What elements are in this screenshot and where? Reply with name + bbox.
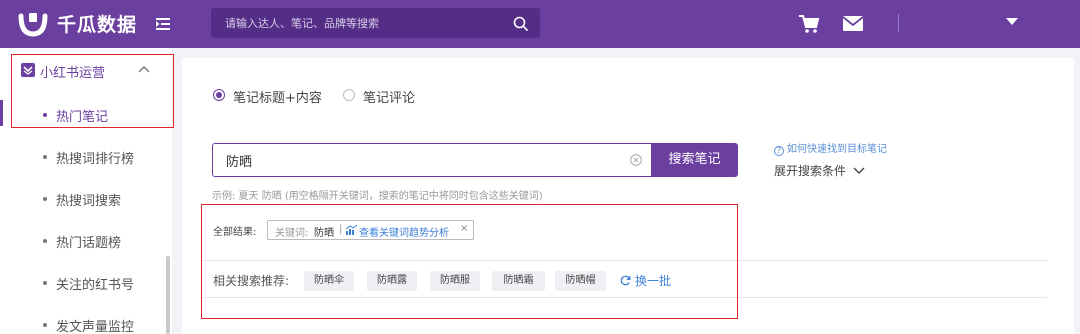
bullet-dot <box>43 113 47 117</box>
related-searches-label: 相关搜索推荐: <box>213 274 290 288</box>
radio-label: 笔记标题+内容 <box>233 91 322 106</box>
sidebar-scrollbar[interactable] <box>166 256 170 334</box>
bullet-dot <box>43 197 47 201</box>
keyword-trend-link[interactable]: 查看关键词趋势分析 <box>359 224 449 239</box>
caret-down-icon[interactable] <box>1006 18 1018 26</box>
sidebar-item-hot-notes[interactable]: 热门笔记 <box>0 100 172 130</box>
search-notes-button[interactable]: 搜索笔记 <box>651 143 738 177</box>
divider <box>204 260 1047 261</box>
bullet-dot <box>43 155 47 159</box>
clear-input-icon[interactable] <box>630 154 642 166</box>
question-icon: ? <box>774 146 784 156</box>
remove-keyword-button[interactable]: × <box>460 223 468 234</box>
cart-icon[interactable] <box>798 14 820 34</box>
sidebar-item-post-volume-monitor[interactable]: 发文声量监控 <box>0 310 172 334</box>
global-search <box>211 8 540 38</box>
all-results-label: 全部结果: <box>213 227 257 238</box>
expand-filters-label: 展开搜索条件 <box>774 164 847 178</box>
sidebar-item-label: 热搜词搜索 <box>56 194 122 209</box>
bullet-dot <box>43 323 47 327</box>
keyword-tag-separator: | <box>339 224 343 235</box>
chevron-down-icon <box>853 167 865 174</box>
sidebar-item-label: 热门话题榜 <box>56 236 122 251</box>
qiangua-logo-icon[interactable] <box>18 10 48 38</box>
radio-circle <box>343 89 355 101</box>
keyword-tag-prefix: 关键词: <box>275 228 309 239</box>
sidebar-item-label: 热门笔记 <box>56 110 109 125</box>
help-link-text: 如何快速找到目标笔记 <box>787 144 887 155</box>
sidebar: 小红书运营 热门笔记 热搜词排行榜 热搜词搜索 热门话题榜 关注的红书号 发文声… <box>0 48 172 334</box>
top-header: 千瓜数据 <box>0 0 1080 48</box>
sidebar-item-followed-accounts[interactable]: 关注的红书号 <box>0 268 172 298</box>
expand-filters-toggle[interactable]: 展开搜索条件 <box>774 162 865 179</box>
sidebar-item-hot-search-rank[interactable]: 热搜词排行榜 <box>0 142 172 172</box>
keyword-tag: 关键词: 防晒 | 查看关键词趋势分析 × <box>267 220 474 240</box>
radio-label: 笔记评论 <box>363 91 416 106</box>
refresh-label: 换一批 <box>635 274 672 288</box>
search-icon <box>513 16 528 31</box>
related-chip[interactable]: 防晒露 <box>367 271 417 291</box>
menu-collapse-icon[interactable] <box>156 16 172 32</box>
brand-name[interactable]: 千瓜数据 <box>57 10 137 37</box>
sidebar-item-label: 热搜词排行榜 <box>56 152 135 167</box>
divider <box>204 297 1047 298</box>
help-link[interactable]: ? 如何快速找到目标笔记 <box>774 140 887 156</box>
sidebar-item-hot-search-query[interactable]: 热搜词搜索 <box>0 184 172 214</box>
radio-circle <box>213 89 225 101</box>
header-divider <box>898 14 899 32</box>
chevron-up-icon <box>138 66 150 73</box>
trend-chart-icon <box>346 225 357 235</box>
sidebar-item-hot-topics[interactable]: 热门话题榜 <box>0 226 172 256</box>
xiaohongshu-icon <box>21 63 35 77</box>
global-search-button[interactable] <box>501 8 540 38</box>
refresh-icon <box>620 275 631 286</box>
keyword-input[interactable] <box>213 144 623 176</box>
related-chip[interactable]: 防晒霜 <box>492 271 545 291</box>
bullet-dot <box>43 239 47 243</box>
keyword-tag-value: 防晒 <box>314 228 334 239</box>
refresh-suggestions-button[interactable]: 换一批 <box>620 272 671 289</box>
keyword-search-box <box>212 143 652 177</box>
mail-icon[interactable] <box>842 15 864 32</box>
sidebar-item-label: 发文声量监控 <box>56 320 135 334</box>
related-chip[interactable]: 防晒伞 <box>304 271 354 291</box>
sidebar-section-label: 小红书运营 <box>40 66 106 81</box>
sidebar-item-label: 关注的红书号 <box>56 278 135 293</box>
global-search-input[interactable] <box>211 8 496 38</box>
sidebar-section-xiaohongshu[interactable]: 小红书运营 <box>0 54 172 90</box>
related-chip[interactable]: 防晒服 <box>430 271 480 291</box>
bullet-dot <box>43 281 47 285</box>
example-hint: 示例: 夏天 防晒 (用空格隔开关键词，搜索的笔记中将同时包含这些关键词) <box>212 191 543 202</box>
note-search-panel: 笔记标题+内容 笔记评论 搜索笔记 ?如何快速找到目标笔记 展开搜索条件 示例:… <box>182 58 1074 334</box>
related-chip[interactable]: 防晒帽 <box>555 271 606 291</box>
